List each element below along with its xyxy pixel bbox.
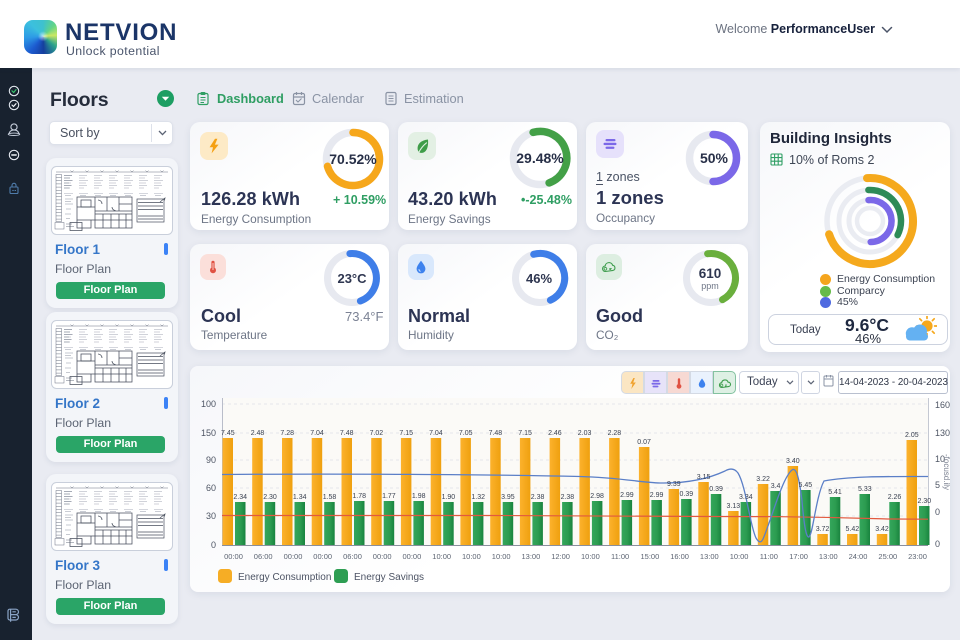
svg-text:1.32: 1.32	[471, 494, 485, 501]
svg-text:7.48: 7.48	[489, 430, 503, 437]
svg-text:2.30: 2.30	[917, 498, 931, 505]
svg-text:00:00: 00:00	[313, 552, 332, 561]
svg-text:5.42: 5.42	[845, 526, 859, 533]
svg-text:3.15: 3.15	[697, 474, 711, 481]
svg-text:2.98: 2.98	[590, 493, 604, 500]
svg-text:00:00: 00:00	[373, 552, 392, 561]
svg-text:3.4: 3.4	[771, 483, 781, 490]
svg-text:7.15: 7.15	[399, 430, 413, 437]
svg-text:10:00: 10:00	[730, 552, 749, 561]
svg-text:1.90: 1.90	[442, 494, 456, 501]
svg-text:5.45: 5.45	[798, 482, 812, 489]
svg-text:2.28: 2.28	[608, 430, 622, 437]
svg-text:2.46: 2.46	[548, 430, 562, 437]
svg-text:3.22: 3.22	[756, 476, 770, 483]
svg-text:10:00: 10:00	[492, 552, 511, 561]
svg-text:7.02: 7.02	[370, 430, 384, 437]
svg-text:2.26: 2.26	[888, 494, 902, 501]
svg-text:1.58: 1.58	[323, 494, 337, 501]
svg-text:3.34: 3.34	[739, 494, 753, 501]
svg-text:13:00: 13:00	[819, 552, 838, 561]
svg-text:7.45: 7.45	[221, 430, 235, 437]
svg-text:60: 60	[206, 483, 216, 493]
svg-text:2.34: 2.34	[233, 494, 247, 501]
svg-text:5.41: 5.41	[828, 489, 842, 496]
svg-text:5: 5	[935, 480, 940, 490]
svg-text:2.99: 2.99	[650, 492, 664, 499]
svg-text:3.95: 3.95	[501, 494, 515, 501]
svg-text:16:00: 16:00	[670, 552, 689, 561]
svg-text:Energy Savings: Energy Savings	[354, 572, 424, 583]
svg-text:25:00: 25:00	[878, 552, 897, 561]
svg-text:100: 100	[201, 399, 216, 409]
svg-text:7.04: 7.04	[429, 430, 443, 437]
svg-text:3.72: 3.72	[816, 526, 830, 533]
svg-text:3.40: 3.40	[786, 458, 800, 465]
svg-text:0: 0	[211, 540, 216, 550]
svg-text:24:00: 24:00	[849, 552, 868, 561]
svg-text:0.39: 0.39	[709, 486, 723, 493]
svg-text:17:00: 17:00	[789, 552, 808, 561]
svg-text:2.48: 2.48	[251, 430, 265, 437]
svg-text:2.38: 2.38	[531, 494, 545, 501]
svg-text:7.05: 7.05	[459, 430, 473, 437]
svg-text:1.78: 1.78	[352, 493, 366, 500]
svg-text:2.05: 2.05	[905, 432, 919, 439]
svg-text:7.04: 7.04	[310, 430, 324, 437]
svg-text:3.13: 3.13	[726, 503, 740, 510]
svg-text:Energy Consumption: Energy Consumption	[238, 572, 331, 583]
svg-text:12:00: 12:00	[551, 552, 570, 561]
svg-text:5.33: 5.33	[858, 486, 872, 493]
svg-text:130: 130	[935, 428, 950, 438]
svg-text:2.38: 2.38	[561, 494, 575, 501]
svg-text:00:00: 00:00	[403, 552, 422, 561]
svg-text:13:00: 13:00	[700, 552, 719, 561]
svg-text:11:00: 11:00	[760, 552, 778, 561]
svg-text:7.15: 7.15	[518, 430, 532, 437]
svg-text:90: 90	[206, 455, 216, 465]
svg-text:150: 150	[201, 428, 216, 438]
svg-text:2.03: 2.03	[578, 430, 592, 437]
svg-text:0.07: 0.07	[637, 439, 651, 446]
svg-text:160: 160	[935, 400, 950, 410]
svg-text:1.77: 1.77	[382, 493, 396, 500]
svg-text:15:00: 15:00	[641, 552, 660, 561]
svg-text:0: 0	[935, 539, 940, 549]
svg-text:0.39: 0.39	[679, 491, 693, 498]
svg-text:9.39: 9.39	[667, 481, 681, 488]
svg-text:7.28: 7.28	[280, 430, 294, 437]
svg-text:30: 30	[206, 511, 216, 521]
svg-text:11:00: 11:00	[611, 552, 629, 561]
svg-text:06:00: 06:00	[254, 552, 273, 561]
svg-text:1.34: 1.34	[293, 494, 307, 501]
svg-text:2.99: 2.99	[620, 492, 634, 499]
svg-text:10:00: 10:00	[462, 552, 481, 561]
svg-text:06:00: 06:00	[343, 552, 362, 561]
svg-text:1.98: 1.98	[412, 493, 426, 500]
svg-text:-focusd.ily: -focusd.ily	[942, 454, 950, 490]
svg-text:23:00: 23:00	[908, 552, 927, 561]
svg-text:2.30: 2.30	[263, 494, 277, 501]
svg-text:00:00: 00:00	[224, 552, 243, 561]
svg-text:10:00: 10:00	[432, 552, 451, 561]
svg-text:7.48: 7.48	[340, 430, 354, 437]
svg-text:0: 0	[935, 507, 940, 517]
svg-text:3.42: 3.42	[875, 526, 889, 533]
svg-text:13:00: 13:00	[522, 552, 541, 561]
svg-text:00:00: 00:00	[284, 552, 303, 561]
svg-text:10:00: 10:00	[581, 552, 600, 561]
